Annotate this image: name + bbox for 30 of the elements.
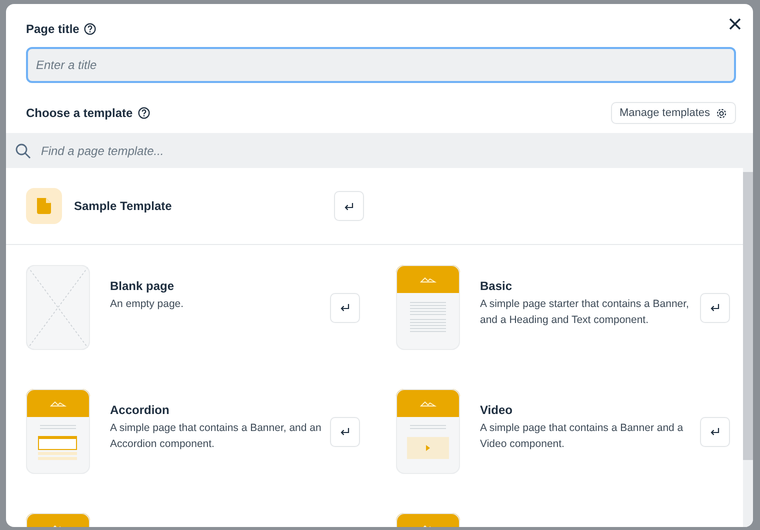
template-name: Blank page xyxy=(110,279,176,293)
help-icon xyxy=(138,107,150,119)
settings-icon xyxy=(716,108,727,118)
template-description: A simple page starter that contains a Banner, and a Heading and Text component. xyxy=(480,297,690,328)
return-icon xyxy=(340,427,350,436)
scrollbar-thumb[interactable] xyxy=(743,172,753,460)
return-icon xyxy=(344,202,354,210)
enter-button[interactable] xyxy=(334,191,364,221)
manage-templates-button[interactable]: Manage templates xyxy=(610,102,736,124)
template-name: Basic xyxy=(480,279,514,293)
close-icon xyxy=(729,18,741,30)
document-icon xyxy=(26,188,62,224)
help-icon xyxy=(84,23,96,35)
enter-button[interactable] xyxy=(700,292,730,322)
field-label: Page title xyxy=(26,22,80,36)
return-icon xyxy=(710,303,720,312)
enter-button[interactable] xyxy=(700,416,730,446)
template-name: Video xyxy=(480,403,514,417)
template-name: Accordion xyxy=(110,403,170,417)
enter-button[interactable] xyxy=(330,416,360,446)
return-icon xyxy=(340,303,350,312)
template-description: An empty page. xyxy=(110,297,185,312)
section-label: Choose a template xyxy=(26,106,133,120)
enter-button[interactable] xyxy=(330,292,360,322)
title-input-field[interactable]: Enter a title xyxy=(26,47,736,83)
template-name: Sample Template xyxy=(74,199,173,213)
template-description: A simple page that contains a Banner and a Video component. xyxy=(480,421,684,452)
return-icon xyxy=(710,427,720,436)
search-field[interactable]: Find a page template... xyxy=(6,133,753,168)
template-description: A simple page that contains a Banner, and an Accordion component. xyxy=(110,421,322,452)
